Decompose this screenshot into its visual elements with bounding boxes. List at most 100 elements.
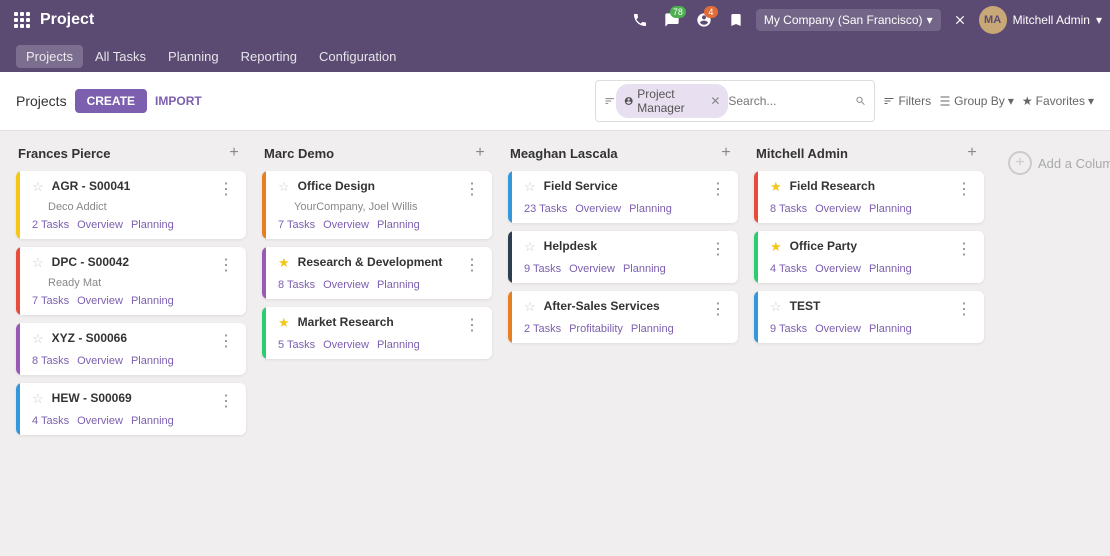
card-star-hew[interactable]: ☆: [32, 391, 44, 407]
bookmark-icon[interactable]: [724, 8, 748, 32]
card-menu-test[interactable]: ⋮: [954, 299, 974, 319]
card-menu-helpdesk[interactable]: ⋮: [708, 239, 728, 259]
user-menu[interactable]: MA Mitchell Admin ▾: [979, 6, 1102, 34]
card-link-overview-market-research[interactable]: Overview: [323, 339, 369, 351]
card-link-overview-helpdesk[interactable]: Overview: [569, 263, 615, 275]
card-field-research[interactable]: ★ Field Research ⋮ 8 Tasks OverviewPlann…: [754, 171, 984, 223]
grid-menu-icon[interactable]: [8, 6, 36, 34]
card-star-after-sales[interactable]: ☆: [524, 299, 536, 315]
card-menu-field-service[interactable]: ⋮: [708, 179, 728, 199]
card-link-planning-research-dev[interactable]: Planning: [377, 279, 420, 291]
card-menu-field-research[interactable]: ⋮: [954, 179, 974, 199]
nav-link-planning[interactable]: Planning: [158, 45, 229, 68]
card-helpdesk[interactable]: ☆ Helpdesk ⋮ 9 Tasks OverviewPlanning: [508, 231, 738, 283]
chat-icon[interactable]: 78: [660, 8, 684, 32]
column-add-frances[interactable]: +: [224, 143, 244, 163]
card-menu-office-party[interactable]: ⋮: [954, 239, 974, 259]
card-test[interactable]: ☆ TEST ⋮ 9 Tasks OverviewPlanning: [754, 291, 984, 343]
close-icon[interactable]: [949, 9, 971, 31]
card-star-office-party[interactable]: ★: [770, 239, 782, 255]
card-menu-office-design[interactable]: ⋮: [462, 179, 482, 199]
search-input[interactable]: [728, 94, 855, 108]
card-link-planning-office-design[interactable]: Planning: [377, 219, 420, 231]
card-hew[interactable]: ☆ HEW - S00069 ⋮ 4 Tasks OverviewPlannin…: [16, 383, 246, 435]
card-link-planning-office-party[interactable]: Planning: [869, 263, 912, 275]
card-tasks-office-party[interactable]: 4 Tasks: [770, 263, 807, 275]
active-filter[interactable]: Project Manager ✕: [616, 84, 729, 118]
card-agr[interactable]: ☆ AGR - S00041 ⋮ Deco Addict 2 Tasks Ove…: [16, 171, 246, 239]
card-link-overview-dpc[interactable]: Overview: [77, 295, 123, 307]
card-link-planning-helpdesk[interactable]: Planning: [623, 263, 666, 275]
card-link-overview-field-research[interactable]: Overview: [815, 203, 861, 215]
import-button[interactable]: IMPORT: [155, 94, 202, 108]
card-link-overview-hew[interactable]: Overview: [77, 415, 123, 427]
card-tasks-hew[interactable]: 4 Tasks: [32, 415, 69, 427]
card-tasks-market-research[interactable]: 5 Tasks: [278, 339, 315, 351]
card-dpc[interactable]: ☆ DPC - S00042 ⋮ Ready Mat 7 Tasks Overv…: [16, 247, 246, 315]
card-link-overview-research-dev[interactable]: Overview: [323, 279, 369, 291]
card-link-overview-agr[interactable]: Overview: [77, 219, 123, 231]
card-menu-market-research[interactable]: ⋮: [462, 315, 482, 335]
card-menu-xyz[interactable]: ⋮: [216, 331, 236, 351]
nav-link-projects[interactable]: Projects: [16, 45, 83, 68]
card-link-overview-xyz[interactable]: Overview: [77, 355, 123, 367]
card-star-test[interactable]: ☆: [770, 299, 782, 315]
card-link-planning-market-research[interactable]: Planning: [377, 339, 420, 351]
nav-link-configuration[interactable]: Configuration: [309, 45, 406, 68]
card-menu-agr[interactable]: ⋮: [216, 179, 236, 199]
card-star-market-research[interactable]: ★: [278, 315, 290, 331]
card-research-dev[interactable]: ★ Research & Development ⋮ 8 Tasks Overv…: [262, 247, 492, 299]
message-icon[interactable]: 4: [692, 8, 716, 32]
card-tasks-office-design[interactable]: 7 Tasks: [278, 219, 315, 231]
card-star-xyz[interactable]: ☆: [32, 331, 44, 347]
card-tasks-after-sales[interactable]: 2 Tasks: [524, 323, 561, 335]
card-xyz[interactable]: ☆ XYZ - S00066 ⋮ 8 Tasks OverviewPlannin…: [16, 323, 246, 375]
card-office-party[interactable]: ★ Office Party ⋮ 4 Tasks OverviewPlannin…: [754, 231, 984, 283]
column-add-mitchell[interactable]: +: [962, 143, 982, 163]
card-star-dpc[interactable]: ☆: [32, 255, 44, 271]
card-star-helpdesk[interactable]: ☆: [524, 239, 536, 255]
card-star-agr[interactable]: ☆: [32, 179, 44, 195]
card-after-sales[interactable]: ☆ After-Sales Services ⋮ 2 Tasks Profita…: [508, 291, 738, 343]
card-link-planning-agr[interactable]: Planning: [131, 219, 174, 231]
column-add-meaghan[interactable]: +: [716, 143, 736, 163]
card-star-field-research[interactable]: ★: [770, 179, 782, 195]
card-tasks-dpc[interactable]: 7 Tasks: [32, 295, 69, 307]
filters-button[interactable]: Filters: [883, 94, 931, 108]
card-link-overview-field-service[interactable]: Overview: [575, 203, 621, 215]
card-menu-research-dev[interactable]: ⋮: [462, 255, 482, 275]
card-star-research-dev[interactable]: ★: [278, 255, 290, 271]
card-star-field-service[interactable]: ☆: [524, 179, 536, 195]
create-button[interactable]: CREATE: [75, 89, 147, 113]
card-link-overview-test[interactable]: Overview: [815, 323, 861, 335]
card-tasks-research-dev[interactable]: 8 Tasks: [278, 279, 315, 291]
card-link-planning-after-sales[interactable]: Planning: [631, 323, 674, 335]
card-field-service[interactable]: ☆ Field Service ⋮ 23 Tasks OverviewPlann…: [508, 171, 738, 223]
nav-link-all-tasks[interactable]: All Tasks: [85, 45, 156, 68]
card-link-planning-field-research[interactable]: Planning: [869, 203, 912, 215]
card-link-planning-test[interactable]: Planning: [869, 323, 912, 335]
card-tasks-xyz[interactable]: 8 Tasks: [32, 355, 69, 367]
card-menu-hew[interactable]: ⋮: [216, 391, 236, 411]
card-menu-dpc[interactable]: ⋮: [216, 255, 236, 275]
card-link-planning-xyz[interactable]: Planning: [131, 355, 174, 367]
company-selector[interactable]: My Company (San Francisco) ▾: [756, 9, 941, 31]
card-tasks-field-service[interactable]: 23 Tasks: [524, 203, 567, 215]
card-link-overview-office-design[interactable]: Overview: [323, 219, 369, 231]
nav-link-reporting[interactable]: Reporting: [231, 45, 307, 68]
group-by-button[interactable]: Group By ▾: [939, 94, 1014, 108]
card-star-office-design[interactable]: ☆: [278, 179, 290, 195]
add-column-button[interactable]: + Add a Column: [1000, 143, 1110, 183]
remove-filter-icon[interactable]: ✕: [710, 94, 720, 108]
search-icon[interactable]: [855, 94, 866, 108]
card-menu-after-sales[interactable]: ⋮: [708, 299, 728, 319]
card-link-planning-dpc[interactable]: Planning: [131, 295, 174, 307]
card-tasks-test[interactable]: 9 Tasks: [770, 323, 807, 335]
card-office-design[interactable]: ☆ Office Design ⋮ YourCompany, Joel Will…: [262, 171, 492, 239]
favorites-button[interactable]: ★ Favorites ▾: [1022, 94, 1094, 108]
card-tasks-field-research[interactable]: 8 Tasks: [770, 203, 807, 215]
card-link-overview-office-party[interactable]: Overview: [815, 263, 861, 275]
card-link-profitability-after-sales[interactable]: Profitability: [569, 323, 623, 335]
card-tasks-agr[interactable]: 2 Tasks: [32, 219, 69, 231]
card-link-planning-hew[interactable]: Planning: [131, 415, 174, 427]
